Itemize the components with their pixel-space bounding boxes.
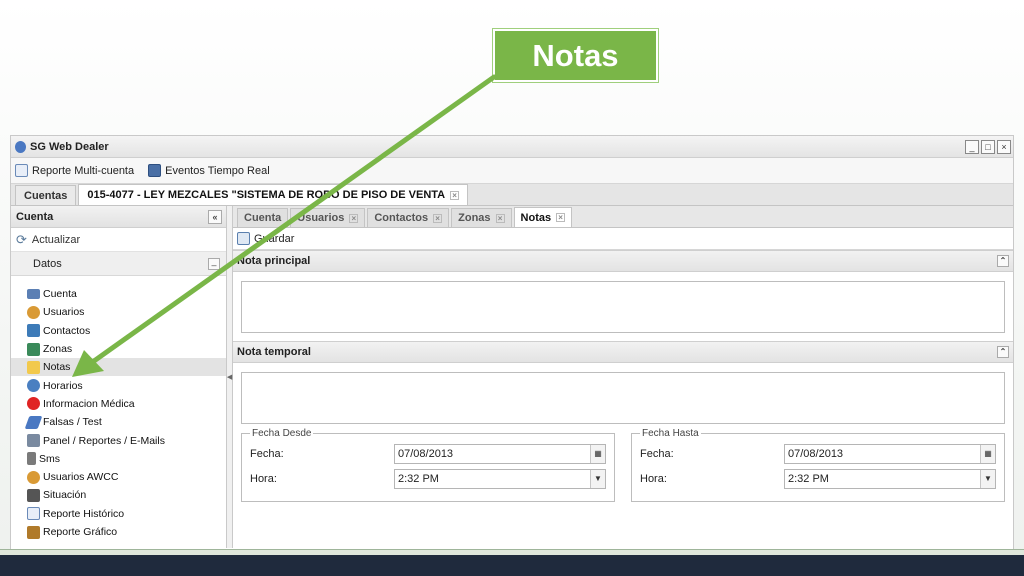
sidebar: Cuenta « ⟳ Actualizar Datos – Cuenta Usu…: [11, 206, 227, 548]
tab-cuentas[interactable]: Cuentas: [15, 185, 77, 205]
sidebar-item-situacion[interactable]: Situación: [11, 486, 226, 504]
grid-chart-icon: [27, 525, 40, 539]
window-titlebar: SG Web Dealer _ □ ×: [11, 136, 1013, 158]
id-card-icon: [27, 289, 40, 300]
date-label: Fecha:: [640, 447, 674, 460]
close-tab-icon[interactable]: ×: [450, 190, 460, 200]
sidebar-item-zonas[interactable]: Zonas: [11, 340, 226, 358]
report-icon: [27, 507, 40, 521]
sidebar-item-falsas-test[interactable]: Falsas / Test: [11, 413, 226, 431]
close-tab-icon[interactable]: ×: [433, 213, 443, 223]
tab-account-detail[interactable]: 015-4077 - LEY MEZCALES "SISTEMA DE ROBO…: [78, 184, 469, 205]
medical-icon: [27, 397, 40, 411]
contacts-icon: [27, 324, 40, 338]
notes-panel: Cuenta Usuarios × Contactos × Zonas × Notas…: [233, 206, 1013, 548]
temp-note-textarea[interactable]: [241, 372, 1005, 424]
chevron-down-icon[interactable]: ▼: [590, 469, 605, 488]
temp-note-header: Nota temporal ⌃: [233, 341, 1013, 363]
users-icon: [27, 305, 40, 319]
notes-toolbar: Guardar: [233, 228, 1013, 250]
close-button[interactable]: ×: [997, 139, 1011, 154]
note-icon: [27, 360, 40, 374]
time-to-select[interactable]: 2:32 PM ▼: [784, 468, 996, 489]
main-toolbar: Reporte Multi-cuenta Eventos Tiempo Real: [11, 158, 1013, 184]
collapse-up-icon[interactable]: –: [208, 257, 220, 270]
tab-cuenta[interactable]: Cuenta: [237, 208, 289, 227]
date-to-legend: Fecha Hasta: [642, 428, 699, 439]
sidebar-item-cuenta[interactable]: Cuenta: [11, 285, 226, 303]
save-icon: [237, 232, 250, 245]
close-tab-icon[interactable]: ×: [556, 213, 566, 222]
sidebar-item-usuarios[interactable]: Usuarios: [11, 303, 226, 321]
sidebar-item-sms[interactable]: Sms: [11, 450, 226, 468]
phone-icon: [27, 452, 36, 466]
close-tab-icon[interactable]: ×: [349, 213, 359, 223]
collapse-left-icon[interactable]: «: [208, 209, 222, 224]
pen-icon: [24, 415, 43, 429]
calendar-icon[interactable]: ▦: [590, 444, 605, 463]
collapse-up-icon[interactable]: ⌃: [997, 255, 1009, 267]
collapse-up-icon[interactable]: ⌃: [997, 346, 1009, 358]
date-label: Fecha:: [250, 447, 284, 460]
main-note-textarea[interactable]: [241, 281, 1005, 333]
realtime-events-button[interactable]: Eventos Tiempo Real: [148, 164, 270, 177]
wrench-icon: [27, 434, 40, 448]
sidebar-item-contactos[interactable]: Contactos: [11, 322, 226, 340]
tab-contactos[interactable]: Contactos ×: [367, 208, 450, 227]
date-from-field[interactable]: 07/08/2013 ▦: [394, 443, 606, 464]
report-icon: [15, 164, 28, 177]
report-multi-account-button[interactable]: Reporte Multi-cuenta: [15, 164, 134, 177]
date-to-fieldset: Fecha Hasta Fecha: 07/08/2013 ▦ Hora: 2:…: [631, 428, 1005, 502]
monitor-icon: [148, 164, 162, 177]
sidebar-header: Cuenta «: [11, 206, 226, 228]
zones-icon: [27, 342, 40, 356]
time-label: Hora:: [250, 472, 277, 485]
time-label: Hora:: [640, 472, 667, 485]
window-title: SG Web Dealer: [30, 140, 109, 153]
sidebar-item-horarios[interactable]: Horarios: [11, 376, 226, 394]
sidebar-item-reporte-historico[interactable]: Reporte Histórico: [11, 505, 226, 523]
calendar-icon[interactable]: ▦: [980, 444, 995, 463]
chevron-down-icon[interactable]: ▼: [980, 469, 995, 488]
time-from-select[interactable]: 2:32 PM ▼: [394, 468, 606, 489]
main-note-header: Nota principal ⌃: [233, 250, 1013, 272]
restore-button[interactable]: □: [981, 139, 995, 154]
refresh-button[interactable]: ⟳ Actualizar: [11, 228, 226, 252]
footer-band: [0, 555, 1024, 576]
user-icon: [15, 140, 26, 153]
datos-group-header[interactable]: Datos –: [11, 252, 226, 276]
date-from-legend: Fecha Desde: [252, 428, 312, 439]
sidebar-item-usuarios-awcc[interactable]: Usuarios AWCC: [11, 468, 226, 486]
tab-notas[interactable]: Notas ×: [513, 207, 573, 227]
building-icon: [27, 488, 40, 502]
sidebar-item-notas[interactable]: Notas: [11, 358, 226, 377]
sidebar-nav: Cuenta Usuarios Contactos Zonas Notas Ho…: [11, 276, 226, 541]
date-from-fieldset: Fecha Desde Fecha: 07/08/2013 ▦ Hora: 2:…: [241, 428, 615, 502]
notas-callout: Notas: [493, 29, 658, 82]
sidebar-item-panel-reportes[interactable]: Panel / Reportes / E-Mails: [11, 431, 226, 449]
clock-icon: [27, 379, 40, 393]
date-to-field[interactable]: 07/08/2013 ▦: [784, 443, 996, 464]
inner-tabbar: Cuenta Usuarios × Contactos × Zonas × Notas…: [233, 206, 1013, 228]
refresh-icon: ⟳: [16, 231, 27, 247]
tab-usuarios[interactable]: Usuarios ×: [290, 208, 366, 227]
app-window: SG Web Dealer _ □ × Reporte Multi-cuenta…: [10, 135, 1014, 550]
sidebar-item-informacion-medica[interactable]: Informacion Médica: [11, 395, 226, 413]
tab-zonas[interactable]: Zonas ×: [451, 208, 512, 227]
save-button[interactable]: Guardar: [237, 232, 294, 245]
sidebar-item-reporte-grafico[interactable]: Reporte Gráfico: [11, 523, 226, 541]
users-icon: [27, 470, 40, 484]
outer-tabbar: Cuentas 015-4077 - LEY MEZCALES "SISTEMA…: [11, 184, 1013, 206]
close-tab-icon[interactable]: ×: [495, 213, 505, 223]
minimize-button[interactable]: _: [965, 139, 979, 154]
